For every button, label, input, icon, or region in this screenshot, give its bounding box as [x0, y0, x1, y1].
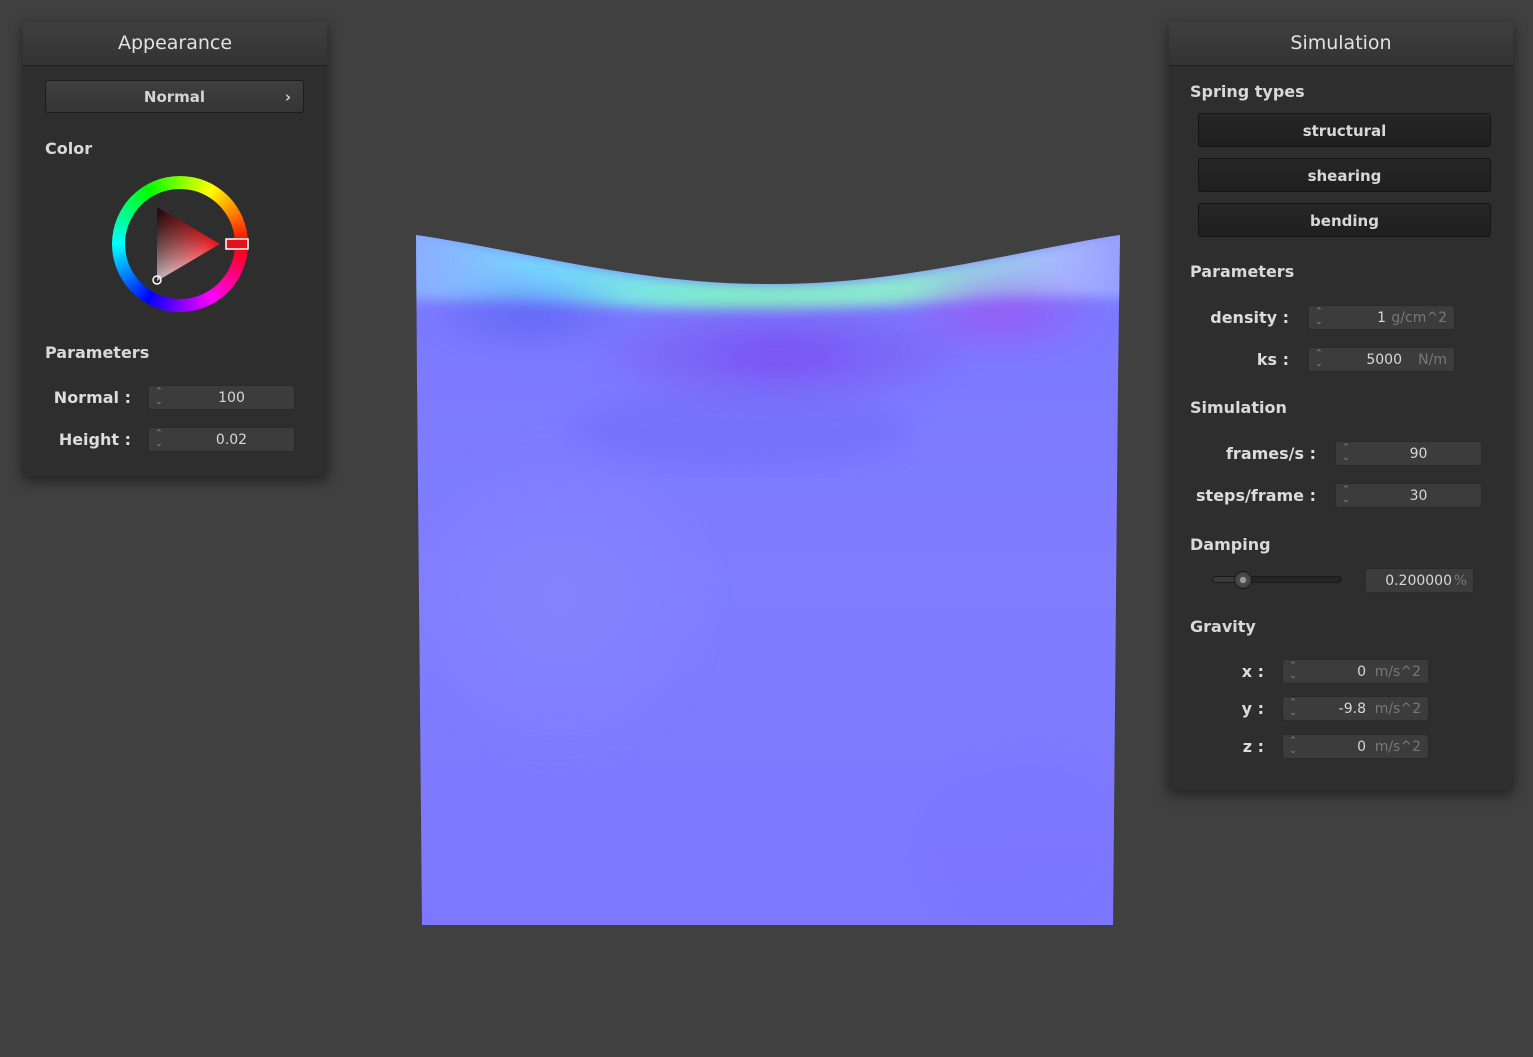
bending-toggle-button[interactable]: bending — [1198, 203, 1491, 237]
spin-arrows-icon[interactable]: ⌃ ⌄ — [1288, 698, 1298, 720]
shader-select-label: Normal — [143, 88, 206, 106]
spin-arrows-icon[interactable]: ⌃ ⌄ — [1314, 307, 1324, 329]
spring-types-label: Spring types — [1190, 82, 1305, 101]
simulation-settings-label: Simulation — [1190, 398, 1287, 417]
steps-field-label: steps/frame : — [1196, 486, 1316, 505]
density-field-label: density : — [1210, 308, 1289, 327]
height-field-label: Height : — [58, 430, 131, 449]
gravity-x-input[interactable]: ⌃ ⌄ 0 m/s^2 — [1282, 659, 1429, 684]
damping-input[interactable]: 0.200000 % — [1365, 568, 1474, 593]
damping-value: 0.200000 — [1385, 573, 1452, 589]
appearance-panel: Appearance Normal › Color Parameters Nor… — [23, 22, 327, 476]
simulation-panel-title[interactable]: Simulation — [1169, 22, 1513, 66]
gravity-z-unit: m/s^2 — [1374, 739, 1421, 755]
gravity-z-input[interactable]: ⌃ ⌄ 0 m/s^2 — [1282, 734, 1429, 759]
shader-select-button[interactable]: Normal › — [45, 80, 304, 113]
simulation-parameters-label: Parameters — [1190, 262, 1295, 281]
simulation-panel: Simulation Spring types structural shear… — [1169, 22, 1513, 790]
density-input[interactable]: ⌃ ⌄ 1 g/cm^2 — [1308, 305, 1455, 330]
hue-marker-icon — [225, 238, 249, 250]
spin-arrows-icon[interactable]: ⌃ ⌄ — [1341, 485, 1351, 507]
height-input[interactable]: ⌃ ⌄ 0.02 — [148, 427, 295, 452]
spin-arrows-icon[interactable]: ⌃ ⌄ — [1314, 349, 1324, 371]
normal-field-label: Normal : — [53, 388, 131, 407]
normal-strength-value: 100 — [218, 390, 245, 406]
density-unit: g/cm^2 — [1391, 310, 1447, 326]
spin-arrows-icon[interactable]: ⌃ ⌄ — [154, 429, 164, 451]
gravity-x-unit: m/s^2 — [1374, 664, 1421, 680]
gravity-x-value: 0 — [1357, 664, 1366, 680]
fps-value: 90 — [1409, 446, 1428, 462]
spin-arrows-icon[interactable]: ⌃ ⌄ — [154, 387, 164, 409]
gravity-y-input[interactable]: ⌃ ⌄ -9.8 m/s^2 — [1282, 696, 1429, 721]
steps-per-frame-value: 30 — [1409, 488, 1428, 504]
gravity-y-unit: m/s^2 — [1374, 701, 1421, 717]
ks-value: 5000 — [1366, 352, 1402, 368]
density-value: 1 — [1377, 310, 1386, 326]
height-value: 0.02 — [215, 432, 248, 448]
spin-arrows-icon[interactable]: ⌃ ⌄ — [1341, 443, 1351, 465]
damping-slider-knob[interactable] — [1234, 571, 1253, 589]
fps-field-label: frames/s : — [1225, 444, 1316, 463]
ks-field-label: ks : — [1256, 350, 1289, 369]
chevron-right-icon: › — [284, 88, 291, 106]
ks-input[interactable]: ⌃ ⌄ 5000 N/m — [1308, 347, 1455, 372]
gravity-x-label: x : — [1241, 662, 1264, 681]
normal-strength-input[interactable]: ⌃ ⌄ 100 — [148, 385, 295, 410]
gravity-label: Gravity — [1190, 617, 1256, 636]
appearance-parameters-label: Parameters — [45, 343, 150, 362]
color-group-label: Color — [45, 139, 93, 158]
structural-toggle-button[interactable]: structural — [1198, 113, 1491, 147]
damping-slider[interactable] — [1212, 576, 1342, 583]
gravity-z-value: 0 — [1357, 739, 1366, 755]
steps-per-frame-input[interactable]: ⌃ ⌄ 30 — [1335, 483, 1482, 508]
damping-unit: % — [1453, 573, 1467, 589]
spin-arrows-icon[interactable]: ⌃ ⌄ — [1288, 661, 1298, 683]
fps-input[interactable]: ⌃ ⌄ 90 — [1335, 441, 1482, 466]
gravity-z-label: z : — [1242, 737, 1264, 756]
damping-label: Damping — [1190, 535, 1271, 554]
spin-arrows-icon[interactable]: ⌃ ⌄ — [1288, 736, 1298, 758]
gravity-y-value: -9.8 — [1338, 701, 1366, 717]
ks-unit: N/m — [1418, 352, 1447, 368]
gravity-y-label: y : — [1241, 699, 1264, 718]
shearing-toggle-button[interactable]: shearing — [1198, 158, 1491, 192]
cloth-mesh — [416, 235, 1120, 925]
color-wheel[interactable] — [110, 176, 250, 316]
appearance-panel-title[interactable]: Appearance — [23, 22, 327, 66]
